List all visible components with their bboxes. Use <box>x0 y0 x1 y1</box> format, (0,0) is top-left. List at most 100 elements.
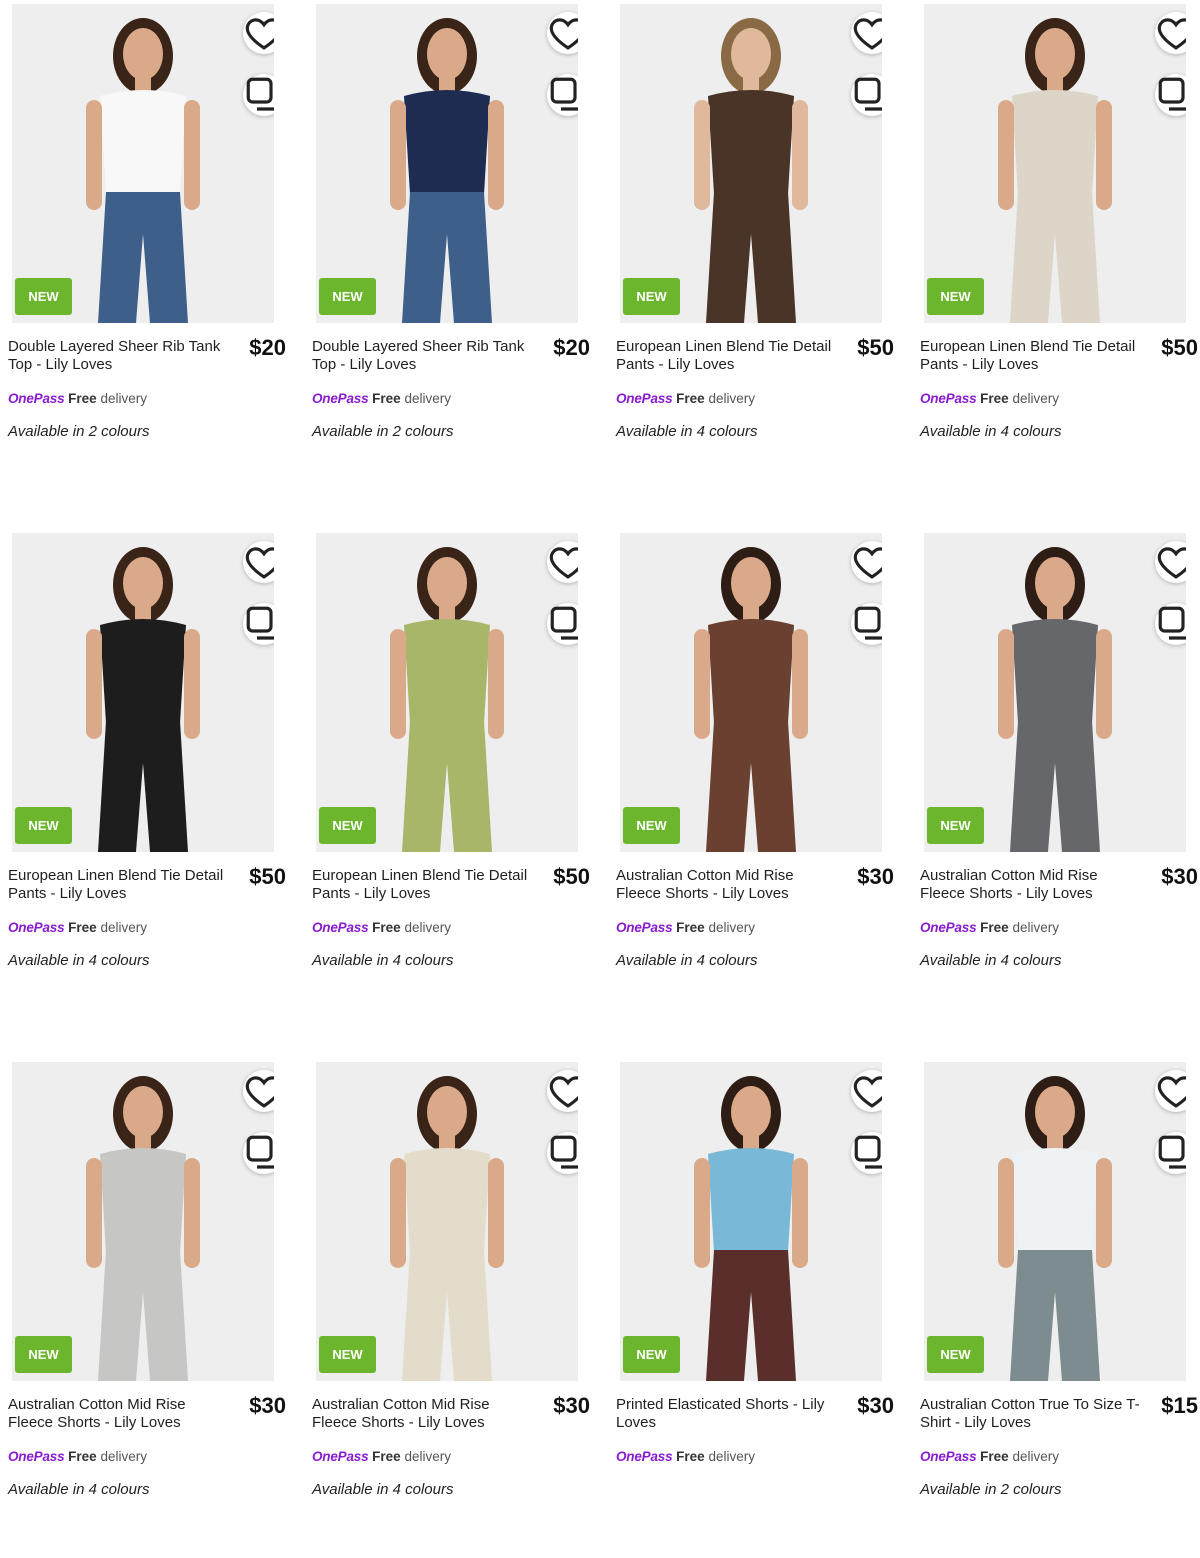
product-title[interactable]: European Linen Blend Tie Detail Pants - … <box>312 867 534 903</box>
product-card[interactable]: NEW Australian Cotton True To Size T-Shir… <box>912 1058 1200 1558</box>
product-title[interactable]: Australian Cotton True To Size T-Shirt -… <box>920 1396 1142 1432</box>
new-badge: NEW <box>927 807 984 844</box>
compare-button[interactable] <box>547 603 578 645</box>
product-image[interactable]: NEW <box>316 533 578 852</box>
product-card[interactable]: NEW Australian Cotton Mid Rise Fleece Sho… <box>912 529 1200 1029</box>
delivery-info: OnePass Free delivery <box>920 1448 1059 1466</box>
product-price: $50 <box>857 335 894 360</box>
product-image[interactable]: NEW <box>620 4 882 323</box>
product-card[interactable]: NEW Double Layered Sheer Rib Tank Top - L… <box>304 0 600 500</box>
product-card[interactable]: NEW Australian Cotton Mid Rise Fleece Sho… <box>304 1058 600 1558</box>
delivery-info: OnePass Free delivery <box>920 919 1059 937</box>
product-title[interactable]: Australian Cotton Mid Rise Fleece Shorts… <box>616 867 838 903</box>
compare-button[interactable] <box>243 603 274 645</box>
available-colours[interactable]: Available in 4 colours <box>920 952 1061 969</box>
product-grid: NEW Double Layered Sheer Rib Tank Top - L… <box>0 0 1200 1498</box>
compare-button[interactable] <box>851 603 882 645</box>
product-title[interactable]: European Linen Blend Tie Detail Pants - … <box>8 867 230 903</box>
new-badge: NEW <box>623 1336 680 1373</box>
wishlist-heart-button[interactable] <box>851 541 882 583</box>
product-image[interactable]: NEW <box>924 4 1186 323</box>
product-title[interactable]: Australian Cotton Mid Rise Fleece Shorts… <box>8 1396 230 1432</box>
onepass-logo: OnePass <box>920 391 977 406</box>
compare-button[interactable] <box>243 1132 274 1174</box>
delivery-label: delivery <box>404 391 451 406</box>
available-colours[interactable]: Available in 4 colours <box>920 423 1061 440</box>
available-colours[interactable]: Available in 4 colours <box>616 952 757 969</box>
available-colours[interactable]: Available in 4 colours <box>312 1481 453 1498</box>
wishlist-heart-button[interactable] <box>547 12 578 54</box>
product-image[interactable]: NEW <box>924 533 1186 852</box>
product-image[interactable]: NEW <box>12 4 274 323</box>
wishlist-heart-button[interactable] <box>1155 1070 1186 1112</box>
product-image[interactable]: NEW <box>316 1062 578 1381</box>
product-image[interactable]: NEW <box>316 4 578 323</box>
onepass-logo: OnePass <box>312 1449 369 1464</box>
available-colours[interactable]: Available in 4 colours <box>616 423 757 440</box>
wishlist-heart-button[interactable] <box>851 12 882 54</box>
free-label: Free <box>980 391 1009 406</box>
new-badge: NEW <box>927 1336 984 1373</box>
product-title[interactable]: Printed Elasticated Shorts - Lily Loves <box>616 1396 838 1432</box>
available-colours[interactable]: Available in 4 colours <box>8 1481 149 1498</box>
wishlist-heart-button[interactable] <box>547 541 578 583</box>
free-label: Free <box>68 920 97 935</box>
delivery-label: delivery <box>100 920 147 935</box>
wishlist-heart-button[interactable] <box>243 1070 274 1112</box>
free-label: Free <box>372 920 401 935</box>
compare-button[interactable] <box>243 74 274 116</box>
product-card[interactable]: NEW European Linen Blend Tie Detail Pants… <box>0 529 296 1029</box>
product-price: $30 <box>857 864 894 889</box>
wishlist-heart-button[interactable] <box>1155 12 1186 54</box>
compare-button[interactable] <box>1155 74 1186 116</box>
delivery-info: OnePass Free delivery <box>312 390 451 408</box>
compare-button[interactable] <box>1155 1132 1186 1174</box>
product-card[interactable]: NEW Australian Cotton Mid Rise Fleece Sho… <box>0 1058 296 1558</box>
product-card[interactable]: NEW Printed Elasticated Shorts - Lily Lov… <box>608 1058 904 1558</box>
product-title[interactable]: Double Layered Sheer Rib Tank Top - Lily… <box>8 338 230 374</box>
compare-button[interactable] <box>1155 603 1186 645</box>
compare-button[interactable] <box>547 1132 578 1174</box>
onepass-logo: OnePass <box>616 920 673 935</box>
available-colours[interactable]: Available in 2 colours <box>312 423 453 440</box>
product-title[interactable]: Australian Cotton Mid Rise Fleece Shorts… <box>312 1396 534 1432</box>
onepass-logo: OnePass <box>616 391 673 406</box>
product-price: $30 <box>553 1393 590 1418</box>
delivery-label: delivery <box>708 1449 755 1464</box>
product-title[interactable]: European Linen Blend Tie Detail Pants - … <box>616 338 838 374</box>
product-card[interactable]: NEW European Linen Blend Tie Detail Pants… <box>608 0 904 500</box>
new-badge: NEW <box>15 807 72 844</box>
onepass-logo: OnePass <box>8 1449 65 1464</box>
compare-button[interactable] <box>547 74 578 116</box>
wishlist-heart-button[interactable] <box>851 1070 882 1112</box>
wishlist-heart-button[interactable] <box>1155 541 1186 583</box>
product-card[interactable]: NEW Australian Cotton Mid Rise Fleece Sho… <box>608 529 904 1029</box>
free-label: Free <box>372 391 401 406</box>
product-image[interactable]: NEW <box>620 1062 882 1381</box>
product-title[interactable]: Double Layered Sheer Rib Tank Top - Lily… <box>312 338 534 374</box>
product-image[interactable]: NEW <box>12 1062 274 1381</box>
new-badge: NEW <box>927 278 984 315</box>
delivery-label: delivery <box>404 1449 451 1464</box>
delivery-info: OnePass Free delivery <box>616 390 755 408</box>
wishlist-heart-button[interactable] <box>243 12 274 54</box>
compare-button[interactable] <box>851 1132 882 1174</box>
product-card[interactable]: NEW European Linen Blend Tie Detail Pants… <box>912 0 1200 500</box>
wishlist-heart-button[interactable] <box>547 1070 578 1112</box>
product-title[interactable]: Australian Cotton Mid Rise Fleece Shorts… <box>920 867 1142 903</box>
product-image[interactable]: NEW <box>12 533 274 852</box>
available-colours[interactable]: Available in 4 colours <box>8 952 149 969</box>
available-colours[interactable]: Available in 2 colours <box>8 423 149 440</box>
compare-button[interactable] <box>851 74 882 116</box>
product-card[interactable]: NEW European Linen Blend Tie Detail Pants… <box>304 529 600 1029</box>
product-price: $20 <box>249 335 286 360</box>
available-colours[interactable]: Available in 4 colours <box>312 952 453 969</box>
free-label: Free <box>676 1449 705 1464</box>
product-image[interactable]: NEW <box>924 1062 1186 1381</box>
available-colours[interactable]: Available in 2 colours <box>920 1481 1061 1498</box>
wishlist-heart-button[interactable] <box>243 541 274 583</box>
product-image[interactable]: NEW <box>620 533 882 852</box>
product-card[interactable]: NEW Double Layered Sheer Rib Tank Top - L… <box>0 0 296 500</box>
product-title[interactable]: European Linen Blend Tie Detail Pants - … <box>920 338 1142 374</box>
onepass-logo: OnePass <box>920 1449 977 1464</box>
